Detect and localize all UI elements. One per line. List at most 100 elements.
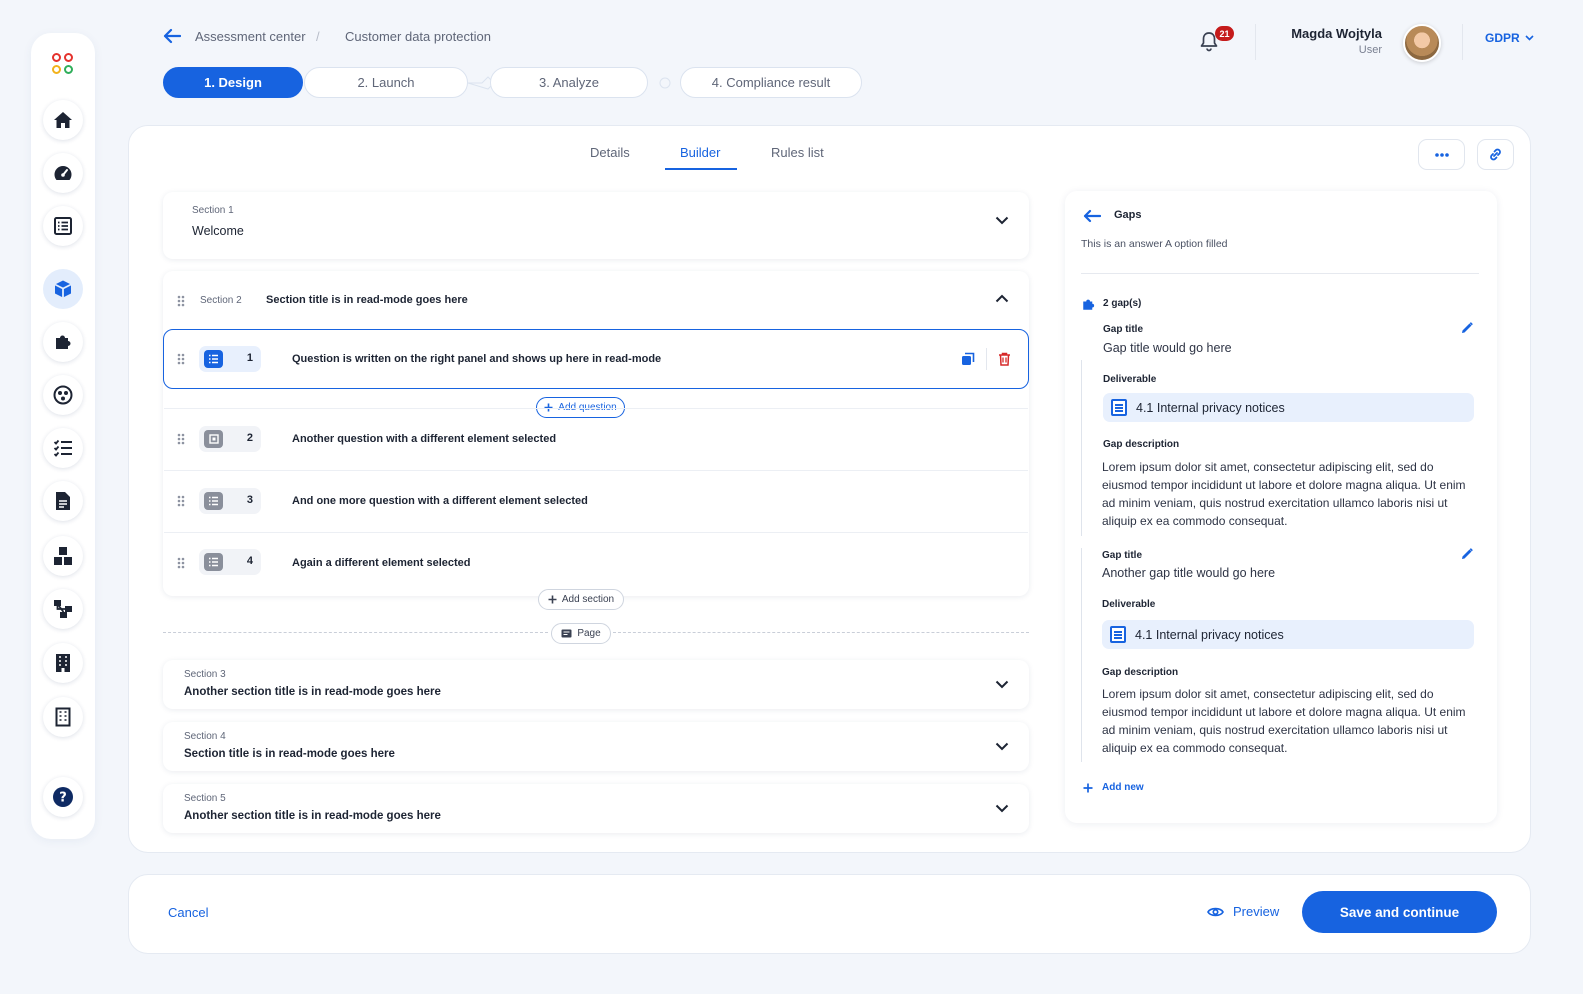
tab-builder[interactable]: Builder bbox=[680, 145, 720, 160]
avatar[interactable] bbox=[1403, 24, 1441, 62]
pencil-icon[interactable] bbox=[1460, 321, 1474, 335]
nav-organization[interactable] bbox=[43, 643, 83, 683]
question-type-pill[interactable]: 3 bbox=[199, 488, 261, 514]
copy-link-button[interactable] bbox=[1477, 139, 1514, 170]
question-number: 1 bbox=[246, 352, 253, 364]
preview-button[interactable]: Preview bbox=[1207, 904, 1279, 919]
deliverable-chip[interactable]: 4.1 Internal privacy notices bbox=[1102, 620, 1474, 649]
question-text[interactable]: And one more question with a different e… bbox=[292, 495, 588, 507]
drag-handle-icon[interactable] bbox=[177, 433, 185, 445]
section-label: Section 5 bbox=[184, 793, 226, 804]
add-section-button[interactable]: Add section bbox=[538, 589, 624, 610]
row-divider bbox=[164, 408, 1028, 409]
preview-label: Preview bbox=[1233, 904, 1280, 919]
back-arrow-icon[interactable] bbox=[163, 28, 181, 44]
user-role: User bbox=[1358, 44, 1382, 56]
nav-risk[interactable] bbox=[43, 375, 83, 415]
header-divider bbox=[1255, 24, 1256, 60]
document-icon bbox=[56, 492, 70, 510]
deliverable-name: 4.1 Internal privacy notices bbox=[1136, 400, 1285, 415]
page-break-button[interactable]: Page bbox=[551, 623, 611, 644]
question-type-pill[interactable]: 1 bbox=[199, 346, 261, 372]
breadcrumb-assessment-center[interactable]: Assessment center bbox=[195, 29, 306, 44]
cancel-button[interactable]: Cancel bbox=[168, 905, 208, 920]
sidebar: ? bbox=[31, 33, 95, 839]
section-1-card[interactable]: Section 1 Welcome bbox=[163, 192, 1029, 259]
active-tab-indicator bbox=[665, 168, 737, 170]
deliverable-chip[interactable]: 4.1 Internal privacy notices bbox=[1103, 393, 1474, 422]
question-type-pill[interactable]: 4 bbox=[199, 549, 261, 575]
gap-description-label: Gap description bbox=[1103, 439, 1180, 450]
question-text[interactable]: Again a different element selected bbox=[292, 557, 471, 569]
eye-icon bbox=[1207, 907, 1224, 916]
list-type-icon bbox=[204, 350, 223, 368]
section-4-card[interactable]: Section 4 Section title is in read-mode … bbox=[163, 722, 1029, 771]
drag-handle-icon[interactable] bbox=[177, 495, 185, 507]
drag-handle-icon[interactable] bbox=[177, 295, 185, 307]
framework-selector[interactable]: GDPR bbox=[1485, 31, 1534, 45]
chevron-up-icon[interactable] bbox=[995, 294, 1009, 303]
gaps-title: Gaps bbox=[1114, 209, 1142, 221]
gaps-subtitle: This is an answer A option filled bbox=[1081, 238, 1228, 250]
step-design[interactable]: 1. Design bbox=[163, 67, 303, 98]
section-label: Section 1 bbox=[192, 205, 234, 216]
section-5-card[interactable]: Section 5 Another section title is in re… bbox=[163, 784, 1029, 833]
checklist-icon bbox=[53, 439, 72, 457]
gap-title-label: Gap title bbox=[1102, 550, 1143, 561]
save-and-continue-button[interactable]: Save and continue bbox=[1302, 891, 1497, 933]
home-icon bbox=[54, 112, 72, 128]
nav-assets[interactable] bbox=[43, 536, 83, 576]
deliverable-label: Deliverable bbox=[1103, 374, 1157, 385]
building-icon bbox=[56, 654, 70, 672]
chevron-down-icon[interactable] bbox=[995, 804, 1009, 813]
chevron-down-icon[interactable] bbox=[995, 742, 1009, 751]
back-arrow-icon[interactable] bbox=[1083, 209, 1101, 223]
header-divider bbox=[1462, 24, 1463, 60]
nav-assessments[interactable] bbox=[43, 269, 83, 309]
drag-handle-icon[interactable] bbox=[177, 557, 185, 569]
nav-dashboard[interactable] bbox=[43, 153, 83, 193]
nav-help[interactable]: ? bbox=[43, 777, 83, 817]
trash-icon[interactable] bbox=[998, 352, 1011, 366]
step-analyze[interactable]: 3. Analyze bbox=[490, 67, 648, 98]
more-options-button[interactable] bbox=[1418, 139, 1465, 170]
duplicate-icon[interactable] bbox=[961, 352, 975, 366]
step-launch-label: 2. Launch bbox=[357, 75, 415, 90]
app-logo-icon[interactable] bbox=[51, 52, 75, 76]
question-type-pill[interactable]: 2 bbox=[199, 426, 261, 452]
section-3-card[interactable]: Section 3 Another section title is in re… bbox=[163, 660, 1029, 709]
gap-title-value: Gap title would go here bbox=[1103, 341, 1232, 355]
list-type-icon bbox=[204, 492, 223, 510]
chevron-down-icon[interactable] bbox=[995, 216, 1009, 225]
section-label: Section 4 bbox=[184, 731, 226, 742]
nav-integrations[interactable] bbox=[43, 322, 83, 362]
nav-documents[interactable] bbox=[43, 481, 83, 521]
gap-count: 2 gap(s) bbox=[1103, 298, 1142, 309]
nav-list[interactable] bbox=[43, 206, 83, 246]
question-number: 2 bbox=[246, 432, 253, 444]
pencil-icon[interactable] bbox=[1460, 547, 1474, 561]
cube-icon bbox=[54, 280, 72, 298]
question-text[interactable]: Another question with a different elemen… bbox=[292, 433, 556, 445]
link-icon bbox=[1490, 148, 1501, 161]
row-divider bbox=[164, 532, 1028, 533]
step-launch[interactable]: 2. Launch bbox=[304, 67, 468, 98]
framework-selector-label: GDPR bbox=[1485, 31, 1520, 45]
nav-vendors[interactable] bbox=[43, 697, 83, 737]
step-connector bbox=[659, 77, 671, 89]
question-text: Question is written on the right panel a… bbox=[292, 353, 662, 365]
section-title: Another section title is in read-mode go… bbox=[184, 686, 441, 698]
plus-icon bbox=[1083, 783, 1093, 792]
nav-dataflow[interactable] bbox=[43, 589, 83, 629]
tab-rules-list[interactable]: Rules list bbox=[771, 145, 824, 160]
step-compliance-result[interactable]: 4. Compliance result bbox=[680, 67, 862, 98]
drag-handle-icon[interactable] bbox=[177, 353, 185, 365]
chevron-down-icon[interactable] bbox=[995, 680, 1009, 689]
add-new-gap-button[interactable]: Add new bbox=[1083, 782, 1144, 793]
add-section-label: Add section bbox=[561, 594, 615, 605]
list-icon bbox=[54, 217, 72, 235]
tab-details[interactable]: Details bbox=[590, 145, 630, 160]
nav-home[interactable] bbox=[43, 100, 83, 140]
section-title: Section title is in read-mode goes here bbox=[266, 294, 468, 306]
nav-checklist[interactable] bbox=[43, 428, 83, 468]
